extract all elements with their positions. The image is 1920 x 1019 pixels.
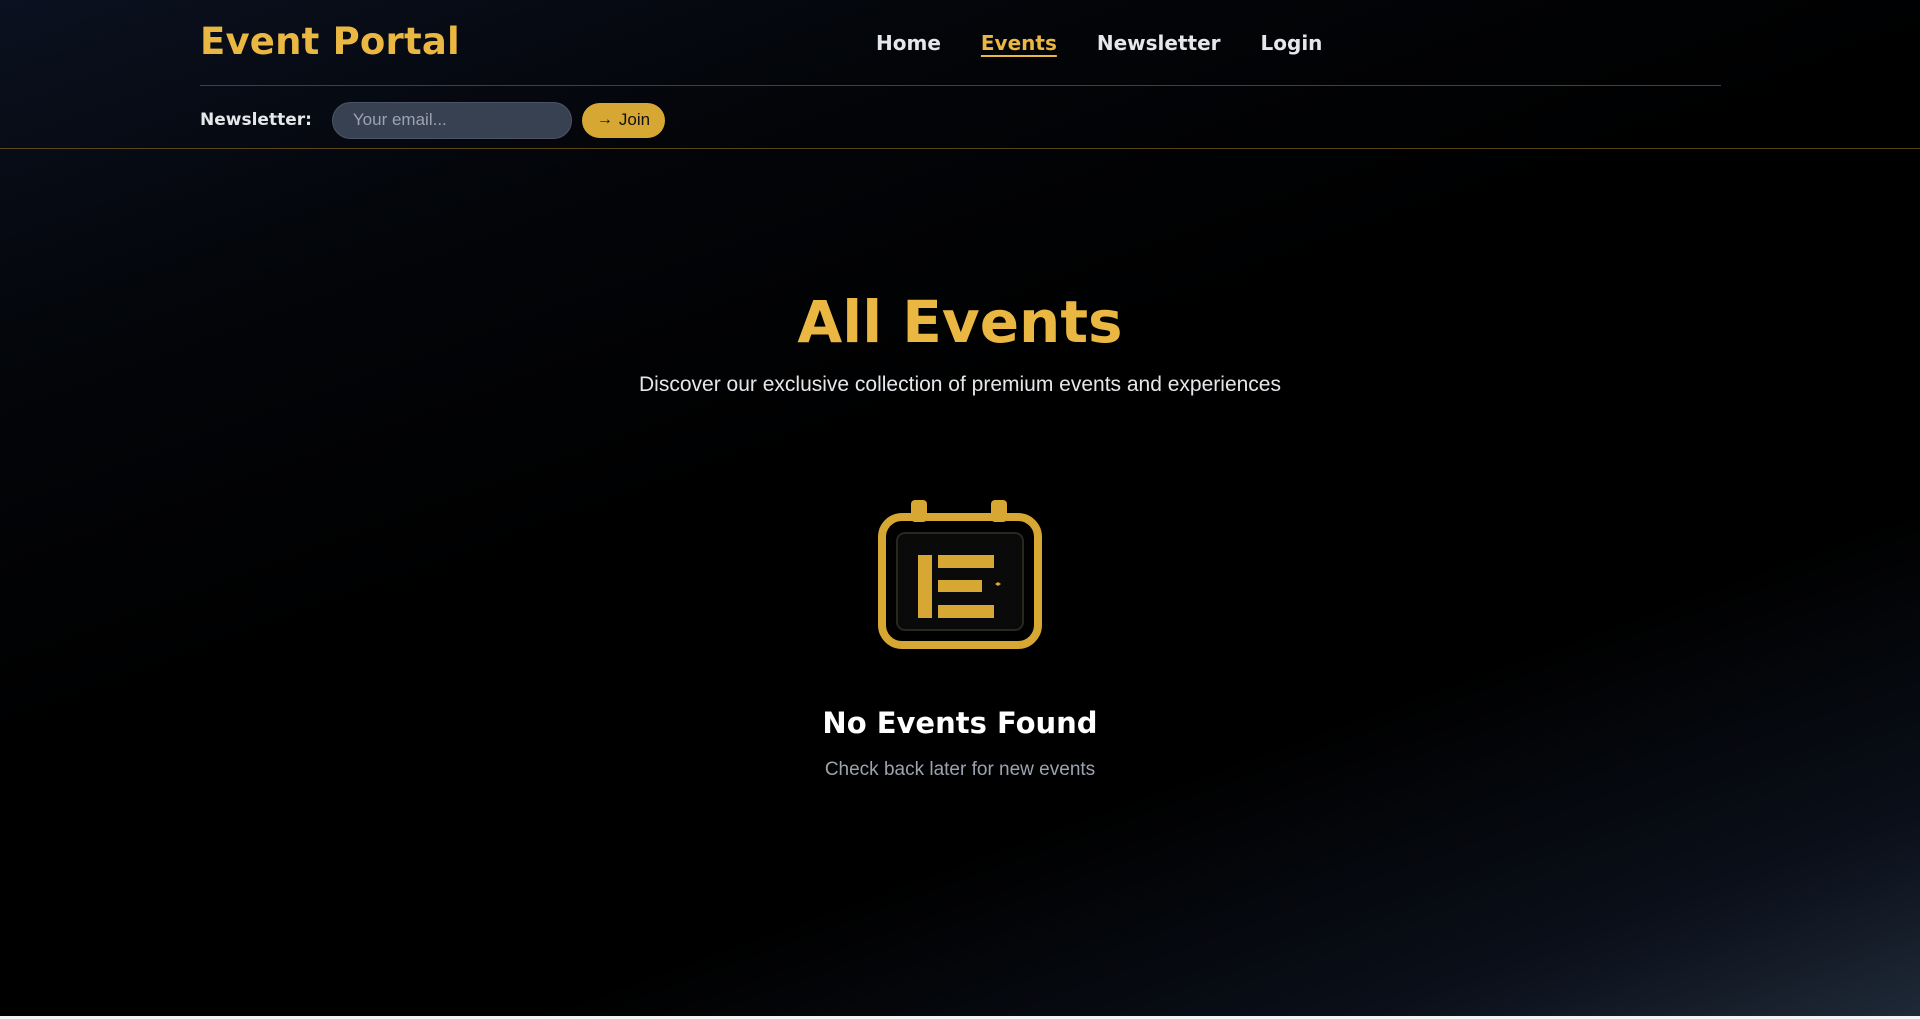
newsletter-signup: Newsletter: → Join (200, 100, 666, 140)
join-button[interactable]: → Join (581, 102, 666, 138)
newsletter-label: Newsletter: (200, 110, 312, 130)
nav-login[interactable]: Login (1261, 31, 1323, 55)
page-title: All Events (797, 288, 1123, 356)
brand-logo[interactable]: Event Portal (200, 20, 460, 63)
page-subtitle: Discover our exclusive collection of pre… (639, 373, 1281, 396)
top-nav-row: Event Portal Home Events Newsletter Logi… (200, 0, 1721, 86)
header-inner: Event Portal Home Events Newsletter Logi… (200, 0, 1721, 139)
calendar-icon (878, 500, 1042, 649)
empty-state-text: Check back later for new events (824, 759, 1096, 780)
email-input[interactable] (331, 101, 572, 139)
nav-events[interactable]: Events (981, 31, 1057, 55)
nav-home[interactable]: Home (876, 31, 941, 55)
join-label: Join (618, 110, 651, 129)
nav-newsletter[interactable]: Newsletter (1097, 31, 1221, 55)
site-header: Event Portal Home Events Newsletter Logi… (0, 0, 1920, 149)
arrow-right-icon: → (596, 111, 613, 128)
empty-state-title: No Events Found (822, 706, 1098, 740)
main-nav: Home Events Newsletter Login (876, 31, 1322, 55)
